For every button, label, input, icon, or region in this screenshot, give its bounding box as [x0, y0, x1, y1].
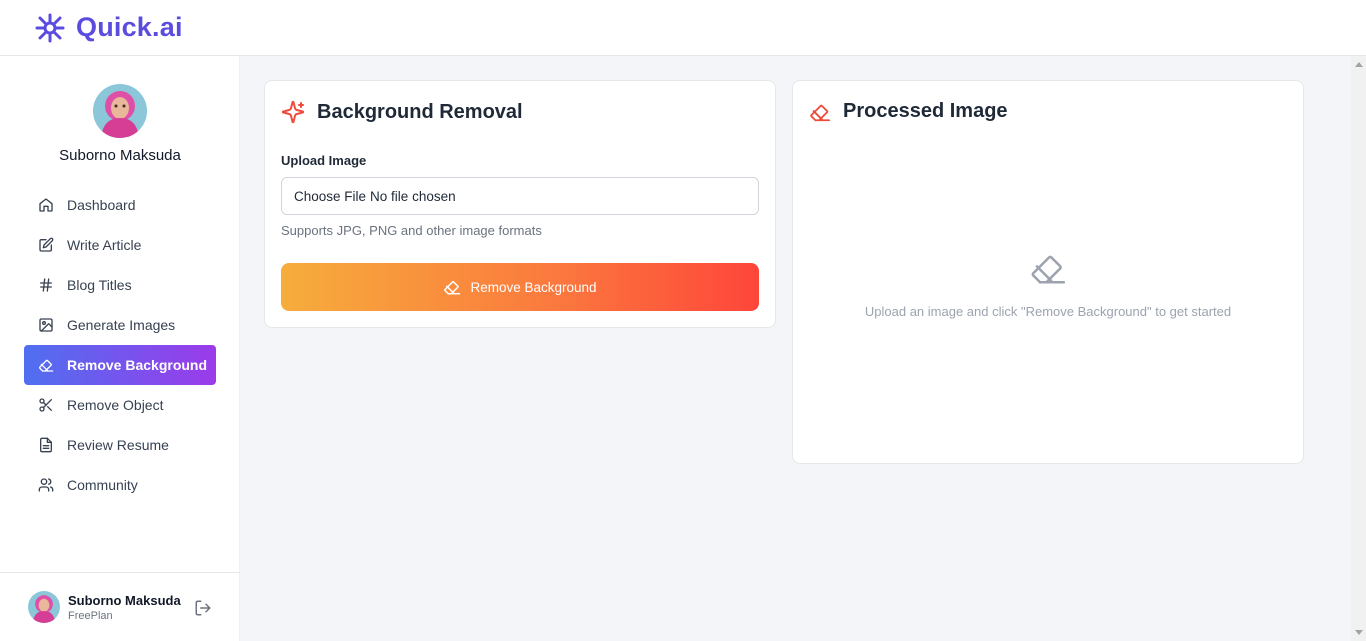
logout-icon[interactable]: [194, 599, 212, 617]
sidebar-item-label: Generate Images: [67, 317, 176, 333]
edit-icon: [39, 237, 54, 252]
footer-name: Suborno Maksuda: [68, 592, 181, 608]
footer-avatar[interactable]: [28, 591, 60, 623]
sidebar-item-remove-object[interactable]: Remove Object: [24, 385, 216, 425]
image-icon: [39, 318, 53, 332]
sparkle-logo-icon: [35, 13, 65, 42]
hash-icon: [40, 278, 52, 292]
sidebar-item-remove-background[interactable]: Remove Background: [24, 345, 216, 385]
sidebar-item-review-resume[interactable]: Review Resume: [24, 425, 216, 465]
sidebar-item-label: Dashboard: [67, 197, 136, 213]
remove-background-button[interactable]: Remove Background: [281, 263, 759, 311]
brand-logo[interactable]: Quick.ai: [32, 12, 183, 44]
format-hint: Supports JPG, PNG and other image format…: [281, 223, 542, 238]
scroll-down-arrow-icon[interactable]: [1355, 630, 1363, 635]
file-text-icon: [40, 437, 52, 453]
sidebar: Suborno Maksuda Dashboard Write Article …: [0, 56, 240, 641]
sidebar-footer: Suborno Maksuda FreePlan: [0, 572, 240, 641]
remove-background-button-label: Remove Background: [470, 279, 597, 295]
upload-card-header: Background Removal: [281, 100, 523, 124]
upload-label: Upload Image: [281, 153, 367, 168]
sidebar-item-label: Review Resume: [67, 437, 169, 453]
result-card-title: Processed Image: [843, 100, 1008, 122]
avatar: [93, 84, 147, 138]
sparkles-icon: [281, 100, 305, 124]
profile: Suborno Maksuda: [0, 84, 240, 164]
profile-name: Suborno Maksuda: [59, 147, 181, 164]
sidebar-item-generate-images[interactable]: Generate Images: [24, 305, 216, 345]
file-input[interactable]: Choose File No file chosen: [281, 177, 759, 215]
upload-card: Background Removal Upload Image Choose F…: [264, 80, 776, 328]
top-bar: Quick.ai: [0, 0, 1366, 56]
sidebar-item-community[interactable]: Community: [24, 465, 216, 505]
result-card: Processed Image Upload an image and clic…: [792, 80, 1304, 464]
scissors-icon: [39, 398, 52, 412]
brand-name: Quick.ai: [76, 12, 183, 42]
sidebar-item-label: Community: [67, 477, 138, 493]
result-card-header: Processed Image: [809, 100, 1008, 123]
eraser-icon: [444, 281, 461, 295]
empty-state-message: Upload an image and click "Remove Backgr…: [864, 304, 1232, 319]
footer-plan: FreePlan: [68, 609, 113, 622]
file-status: No file chosen: [370, 188, 456, 204]
sidebar-item-label: Remove Object: [67, 397, 164, 413]
eraser-icon: [810, 104, 831, 121]
footer-user-info: Suborno Maksuda FreePlan: [68, 593, 181, 622]
home-icon: [39, 198, 53, 212]
users-icon: [38, 478, 54, 492]
eraser-icon: [38, 359, 54, 372]
eraser-placeholder-icon: [1031, 255, 1066, 284]
empty-state: Upload an image and click "Remove Backgr…: [793, 249, 1303, 319]
sidebar-item-label: Write Article: [67, 237, 142, 253]
sidebar-nav: Dashboard Write Article Blog Titles Gene…: [24, 185, 216, 505]
sidebar-item-write-article[interactable]: Write Article: [24, 225, 216, 265]
sidebar-item-label: Blog Titles: [67, 277, 132, 293]
sidebar-item-blog-titles[interactable]: Blog Titles: [24, 265, 216, 305]
scroll-up-arrow-icon[interactable]: [1355, 62, 1363, 67]
sidebar-item-dashboard[interactable]: Dashboard: [24, 185, 216, 225]
page-scrollbar[interactable]: [1351, 56, 1366, 641]
upload-card-title: Background Removal: [317, 100, 523, 123]
sidebar-item-label: Remove Background: [67, 357, 208, 373]
choose-file-button[interactable]: Choose File: [294, 189, 366, 204]
